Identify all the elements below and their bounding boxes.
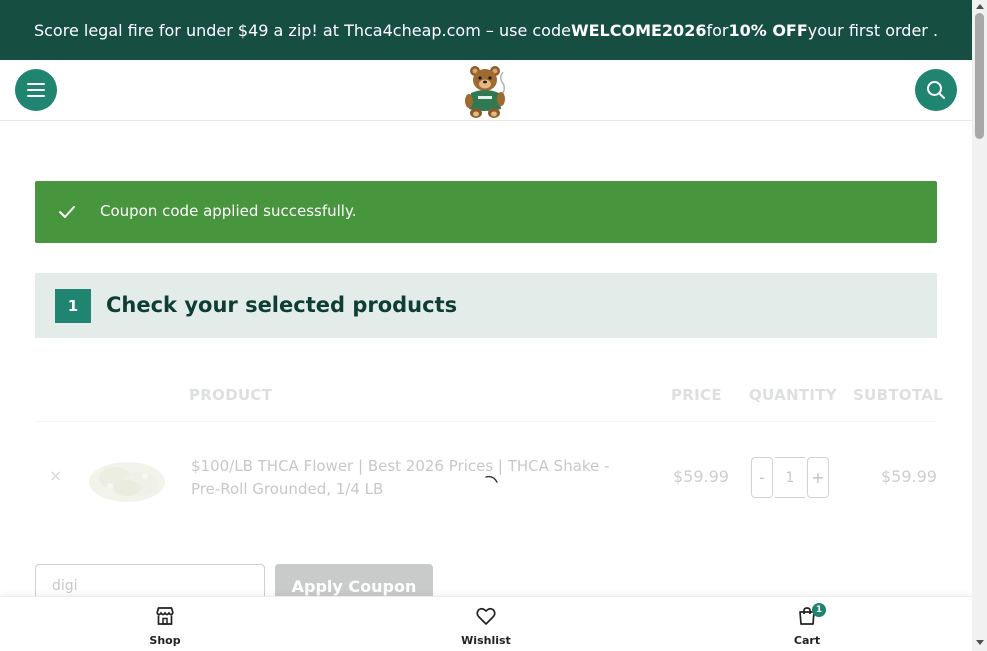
search-icon — [927, 81, 945, 99]
coupon-code-text: WELCOME2026 — [570, 20, 707, 40]
storefront-icon — [156, 607, 174, 625]
nav-cart-label: Cart — [793, 634, 821, 647]
scrollbar-thumb[interactable] — [975, 13, 984, 139]
heart-icon — [476, 607, 496, 625]
scroll-down-arrow-icon[interactable] — [976, 640, 984, 645]
site-header — [0, 60, 972, 121]
column-header-price: PRICE — [671, 386, 722, 404]
nav-shop[interactable]: Shop — [125, 605, 205, 647]
menu-button[interactable] — [15, 69, 57, 111]
teddy-bear-logo[interactable] — [463, 63, 509, 119]
bottom-navigation: Shop Wishlist 1 Cart — [0, 596, 972, 651]
column-header-product: PRODUCT — [189, 386, 273, 404]
loading-spinner-icon — [485, 475, 498, 483]
step-number-badge: 1 — [55, 289, 91, 323]
notice-message: Coupon code applied successfully. — [100, 202, 357, 220]
cart-table: PRODUCT PRICE QUANTITY SUBTOTAL × $100/L… — [35, 370, 943, 530]
coupon-success-notice: Coupon code applied successfully. — [35, 181, 937, 243]
remove-item-button[interactable]: × — [49, 466, 62, 485]
column-header-quantity: QUANTITY — [749, 386, 837, 404]
announcement-middle: for — [706, 20, 729, 40]
step-title: Check your selected products — [106, 293, 458, 317]
page: Score legal fire for under $49 a zip! at… — [0, 0, 972, 651]
announcement-bar: Score legal fire for under $49 a zip! at… — [0, 0, 972, 60]
item-price: $59.99 — [673, 467, 729, 486]
nav-wishlist[interactable]: Wishlist — [446, 605, 526, 647]
checkout-step-header: 1 Check your selected products — [35, 273, 937, 338]
column-header-subtotal: SUBTOTAL — [853, 386, 944, 404]
announcement-prefix: Score legal fire for under $49 a zip! at… — [33, 20, 571, 40]
product-name-link[interactable]: $100/LB THCA Flower | Best 2026 Prices |… — [191, 455, 641, 501]
quantity-decrease-button[interactable]: - — [751, 457, 773, 498]
item-subtotal: $59.99 — [881, 467, 937, 486]
cart-count-badge: 1 — [812, 603, 826, 617]
nav-cart[interactable]: 1 Cart — [767, 603, 847, 647]
nav-shop-label: Shop — [149, 634, 181, 647]
table-divider — [35, 421, 937, 422]
discount-text: 10% OFF — [728, 20, 808, 40]
quantity-stepper: - 1 + — [751, 457, 831, 498]
product-thumbnail[interactable] — [85, 452, 169, 506]
nav-wishlist-label: Wishlist — [461, 634, 511, 647]
search-button[interactable] — [915, 69, 957, 111]
checkmark-icon — [59, 206, 75, 218]
vertical-scrollbar[interactable] — [972, 0, 987, 651]
scroll-up-arrow-icon[interactable] — [976, 4, 984, 9]
quantity-increase-button[interactable]: + — [807, 457, 829, 498]
hamburger-menu-icon — [27, 83, 45, 97]
quantity-input[interactable]: 1 — [775, 457, 805, 498]
announcement-suffix: your first order . — [807, 20, 939, 40]
